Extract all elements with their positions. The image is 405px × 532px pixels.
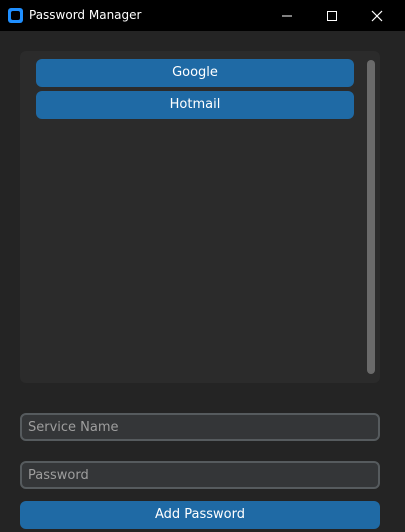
window-title: Password Manager: [29, 8, 142, 22]
service-button-google[interactable]: Google: [36, 59, 354, 87]
app-window: Password Manager Google Hotmail Add Pass…: [0, 0, 405, 532]
close-button[interactable]: [354, 0, 400, 31]
password-input[interactable]: [20, 461, 380, 489]
services-list[interactable]: Google Hotmail: [20, 51, 380, 383]
app-icon: [8, 8, 23, 23]
add-password-button[interactable]: Add Password: [20, 501, 380, 529]
minimize-icon: [282, 15, 292, 17]
title-bar[interactable]: Password Manager: [0, 0, 405, 31]
service-button-hotmail[interactable]: Hotmail: [36, 91, 354, 119]
scrollbar[interactable]: [367, 60, 375, 374]
maximize-icon: [327, 11, 337, 21]
close-icon: [371, 10, 383, 22]
minimize-button[interactable]: [264, 0, 310, 31]
maximize-button[interactable]: [309, 0, 355, 31]
service-name-input[interactable]: [20, 413, 380, 441]
scrollbar-thumb[interactable]: [367, 60, 375, 374]
